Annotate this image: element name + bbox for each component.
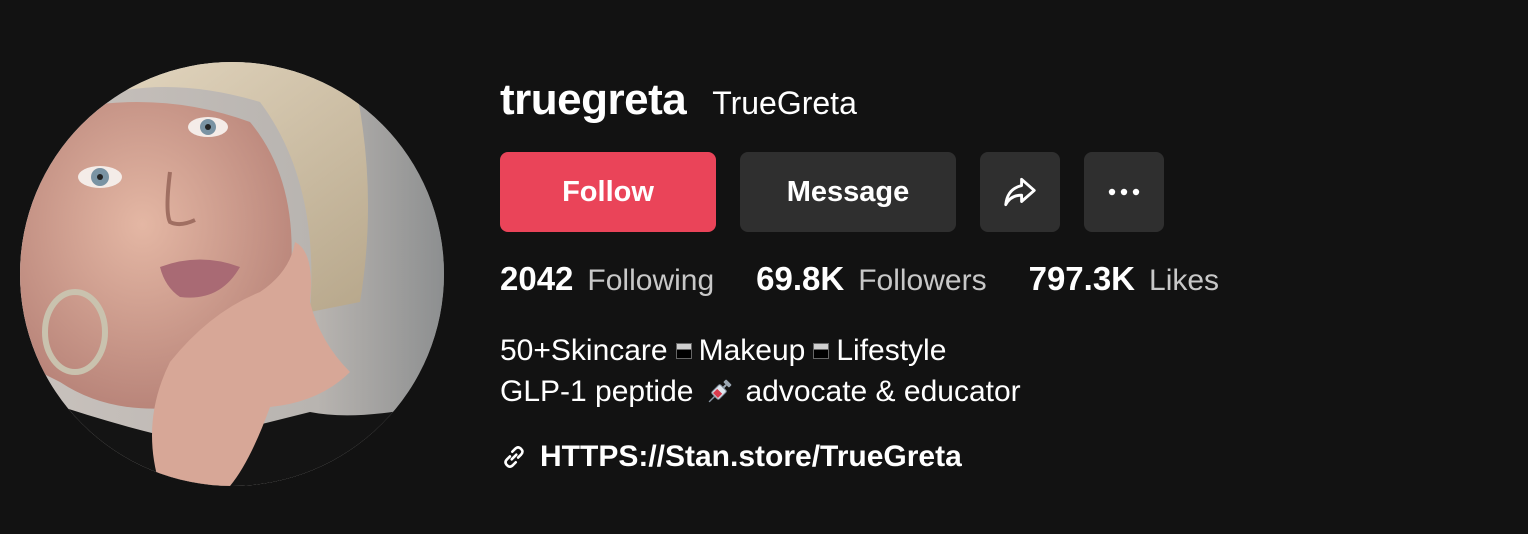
bio-tag: Lifestyle <box>836 334 947 367</box>
username: truegreta <box>500 75 687 124</box>
bio-tag: 50+Skincare <box>500 334 668 367</box>
more-icon <box>1108 188 1140 196</box>
share-icon <box>1004 177 1036 207</box>
bio: 50+Skincare Makeup Lifestyle GLP-1 pepti… <box>500 330 1021 412</box>
link-text[interactable]: HTTPS://Stan.store/TrueGreta <box>540 440 962 474</box>
profile-link[interactable]: HTTPS://Stan.store/TrueGreta <box>500 440 962 474</box>
name-row: truegreta TrueGreta <box>500 72 1500 128</box>
bio-tag: Makeup <box>698 334 806 367</box>
syringe-icon <box>709 379 732 402</box>
more-button[interactable] <box>1084 152 1164 232</box>
nickname: TrueGreta <box>712 85 857 121</box>
likes-count: 797.3K <box>1028 260 1136 297</box>
separator-icon <box>813 342 830 359</box>
bio-text: GLP-1 peptide <box>500 375 694 408</box>
message-button[interactable]: Message <box>740 152 956 232</box>
stat-following[interactable]: 2042 Following <box>500 260 714 298</box>
likes-label: Likes <box>1149 264 1220 297</box>
avatar[interactable] <box>20 62 444 486</box>
followers-label: Followers <box>858 264 987 297</box>
separator-icon <box>675 342 692 359</box>
stat-likes: 797.3K Likes <box>1029 260 1219 298</box>
link-icon <box>504 446 524 468</box>
followers-count: 69.8K <box>756 260 845 297</box>
bio-line-1: 50+Skincare Makeup Lifestyle <box>500 330 1021 371</box>
bio-text: advocate & educator <box>745 375 1021 408</box>
stat-followers[interactable]: 69.8K Followers <box>756 260 986 298</box>
following-count: 2042 <box>500 260 574 297</box>
following-label: Following <box>587 264 715 297</box>
follow-button[interactable]: Follow <box>500 152 716 232</box>
profile-stats: 2042 Following 69.8K Followers 797.3K Li… <box>500 260 1261 298</box>
profile-actions: Follow Message <box>500 152 1164 232</box>
share-button[interactable] <box>980 152 1060 232</box>
profile-info: truegreta TrueGreta Follow Message 2042 … <box>500 72 1500 473</box>
bio-line-2: GLP-1 peptide advocate & educator <box>500 371 1021 412</box>
